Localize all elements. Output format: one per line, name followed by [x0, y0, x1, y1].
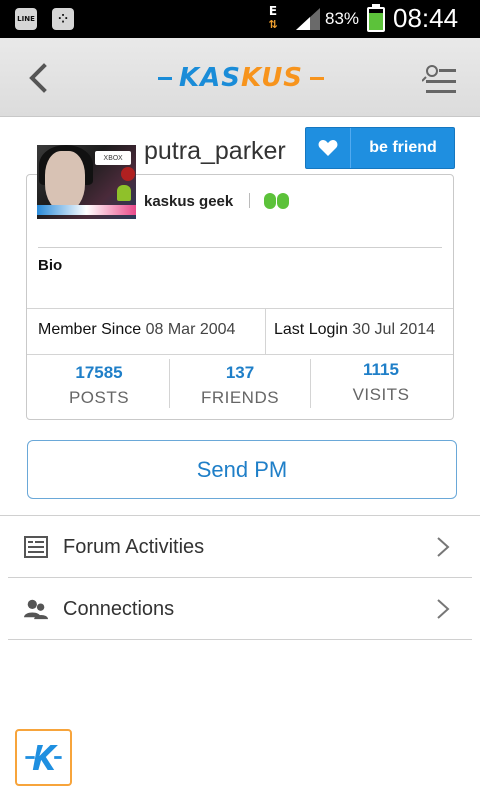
info-divider-bottom — [27, 354, 453, 355]
info-vertical-divider — [265, 308, 266, 354]
network-type-label: E — [268, 4, 278, 18]
list-item-forum-activities[interactable]: Forum Activities — [8, 516, 472, 578]
stat-visits[interactable]: 1115 VISITS — [311, 360, 451, 405]
send-pm-button[interactable]: Send PM — [27, 440, 457, 499]
logo-left-text: KAS — [178, 63, 241, 93]
logo-right-text: KUS — [240, 63, 304, 93]
bio-label: Bio — [38, 257, 63, 274]
stat-friends[interactable]: 137 FRIENDS — [170, 363, 310, 408]
battery-icon — [367, 7, 385, 32]
chevron-right-icon — [437, 599, 450, 619]
status-bar: LINE ⁘ E ⇅ 83% 08:44 — [0, 0, 480, 38]
line-app-icon: LINE — [15, 8, 37, 30]
people-icon — [24, 599, 48, 620]
line-app-label: LINE — [17, 15, 35, 23]
last-login-label: Last Login — [274, 321, 348, 338]
last-login-value: 30 Jul 2014 — [352, 321, 436, 338]
forum-activities-label: Forum Activities — [63, 536, 205, 558]
bio-divider — [38, 247, 442, 248]
rank-divider — [249, 193, 250, 208]
member-since-label: Member Since — [38, 321, 142, 338]
app-top-bar: KASKUS — [0, 38, 480, 117]
friends-label: FRIENDS — [200, 388, 280, 407]
username: putra_parker — [144, 137, 286, 165]
be-friend-button[interactable]: be friend — [305, 127, 455, 169]
signal-icon — [296, 8, 320, 30]
kaskus-k-icon[interactable] — [15, 729, 72, 786]
heart-icon — [306, 128, 351, 168]
friends-count: 137 — [225, 363, 255, 382]
network-type-icon: E ⇅ — [266, 4, 280, 32]
info-divider-top — [27, 308, 453, 309]
battery-percent: 83% — [325, 9, 360, 28]
posts-count: 17585 — [75, 363, 123, 382]
stat-posts[interactable]: 17585 POSTS — [29, 363, 169, 408]
member-since-value: 08 Mar 2004 — [145, 321, 236, 338]
document-icon — [24, 536, 48, 558]
bbm-app-icon: ⁘ — [52, 8, 74, 30]
battery-fill — [369, 12, 383, 30]
connections-label: Connections — [63, 598, 175, 620]
last-login: Last Login 30 Jul 2014 — [274, 321, 435, 339]
visits-count: 1115 — [363, 360, 399, 379]
list-item-connections[interactable]: Connections — [8, 578, 472, 640]
posts-label: POSTS — [68, 388, 130, 407]
avatar[interactable]: XBOX — [37, 145, 136, 219]
clock: 08:44 — [393, 3, 459, 33]
search-menu-icon[interactable] — [422, 62, 458, 96]
member-since: Member Since 08 Mar 2004 — [38, 321, 235, 339]
kaskus-logo[interactable]: KASKUS — [158, 60, 324, 96]
chevron-right-icon — [437, 537, 450, 557]
chevron-left-icon[interactable] — [20, 60, 56, 96]
visits-label: VISITS — [352, 385, 410, 404]
reputation-icon — [264, 193, 289, 209]
user-rank: kaskus geek — [144, 193, 234, 210]
be-friend-label: be friend — [369, 139, 437, 156]
